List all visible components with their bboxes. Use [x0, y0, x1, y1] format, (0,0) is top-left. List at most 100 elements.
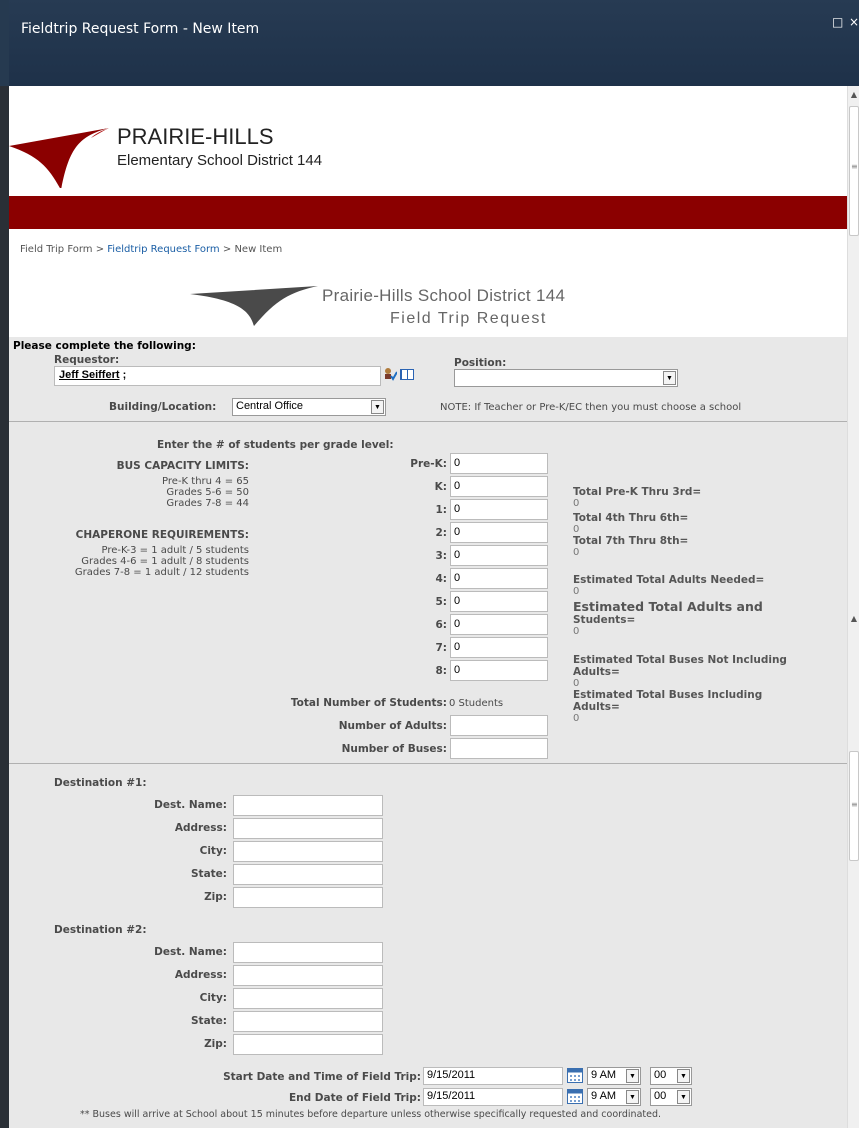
grade-label: 3: [435, 550, 447, 562]
grade-k-input[interactable]: 0 [450, 476, 548, 497]
chevron-down-icon[interactable]: ▼ [677, 1069, 690, 1083]
total-label: Total 7th Thru 8th= [573, 535, 689, 547]
end-date-label: End Date of Field Trip: [288, 1092, 421, 1104]
grade-label: 8: [435, 665, 447, 677]
num-buses-input[interactable] [450, 738, 548, 759]
est-buses-not-adults: Estimated Total Buses Not Including Adult… [573, 654, 787, 689]
chaperone-line: Grades 4-6 = 1 adult / 8 students [81, 556, 249, 567]
scroll-thumb-upper[interactable]: ≡ [849, 106, 859, 236]
dest2-zip-label: Zip: [204, 1038, 227, 1050]
requestor-input[interactable]: Jeff Seiffert ; [54, 366, 381, 386]
grade-2-input[interactable]: 0 [450, 522, 548, 543]
total-label: Adults= [573, 666, 620, 678]
total-label: Estimated Total Adults Needed= [573, 574, 765, 586]
breadcrumb-item-request-form[interactable]: Fieldtrip Request Form [107, 244, 219, 255]
requestor-separator: ; [119, 369, 127, 381]
calendar-icon[interactable] [567, 1089, 583, 1104]
total-value: 0 [573, 678, 580, 689]
grade-4-input[interactable]: 0 [450, 568, 548, 589]
dest1-address-input[interactable] [233, 818, 383, 839]
dest2-zip-input[interactable] [233, 1034, 383, 1055]
total-label: Estimated Total Buses Including [573, 689, 763, 701]
grade-8-input[interactable]: 0 [450, 660, 548, 681]
grade-3-input[interactable]: 0 [450, 545, 548, 566]
dest1-name-label: Dest. Name: [154, 799, 227, 811]
destinations-section: Destination #1: Dest. Name: Address: Cit… [9, 764, 847, 1128]
dest2-state-input[interactable] [233, 1011, 383, 1032]
est-adults-students: Estimated Total Adults and Students= 0 [573, 599, 763, 637]
check-names-icon[interactable] [383, 367, 397, 381]
start-hour-select[interactable]: 9 AM ▼ [587, 1067, 641, 1085]
dest2-name-input[interactable] [233, 942, 383, 963]
grade-1-input[interactable]: 0 [450, 499, 548, 520]
close-icon[interactable]: × [849, 15, 859, 29]
grade-label: 1: [435, 504, 447, 516]
banner-title: Prairie-Hills School District 144 [322, 286, 566, 305]
num-adults-input[interactable] [450, 715, 548, 736]
dest2-address-input[interactable] [233, 965, 383, 986]
total-value: 0 [573, 524, 580, 535]
requestor-name[interactable]: Jeff Seiffert [59, 369, 120, 381]
address-book-icon[interactable] [399, 367, 415, 381]
end-date-input[interactable]: 9/15/2011 [423, 1088, 563, 1106]
scroll-marker-icon[interactable]: ▲ [849, 614, 859, 624]
breadcrumb: Field Trip Form > Fieldtrip Request Form… [9, 244, 282, 255]
grade-7-input[interactable]: 0 [450, 637, 548, 658]
breadcrumb-item-form[interactable]: Field Trip Form [20, 244, 93, 255]
scroll-up-icon[interactable]: ▲ [849, 90, 859, 100]
dest1-city-input[interactable] [233, 841, 383, 862]
building-value: Central Office [236, 400, 304, 412]
chevron-down-icon[interactable]: ▼ [371, 400, 384, 414]
dest1-name-input[interactable] [233, 795, 383, 816]
end-hour-select[interactable]: 9 AM ▼ [587, 1088, 641, 1106]
window-title: Fieldtrip Request Form - New Item [21, 21, 260, 37]
end-minute-value: 00 [654, 1090, 667, 1102]
restore-icon[interactable]: □ [832, 15, 843, 29]
chevron-down-icon[interactable]: ▼ [626, 1090, 639, 1104]
total-value: 0 [573, 586, 580, 597]
bus-capacity-line: Grades 7-8 = 44 [166, 498, 249, 509]
grade-6-input[interactable]: 0 [450, 614, 548, 635]
dest1-zip-input[interactable] [233, 887, 383, 908]
chevron-down-icon[interactable]: ▼ [663, 371, 676, 385]
dest1-state-input[interactable] [233, 864, 383, 885]
grip-icon: ≡ [851, 800, 858, 809]
total-4-6: Total 4th Thru 6th= 0 [573, 512, 688, 535]
building-select[interactable]: Central Office ▼ [232, 398, 386, 416]
district-logo-swoosh [9, 128, 109, 188]
grade-label: K: [434, 481, 447, 493]
scroll-thumb-lower[interactable]: ≡ [849, 751, 859, 861]
num-buses-label: Number of Buses: [341, 743, 447, 755]
end-minute-select[interactable]: 00 ▼ [650, 1088, 692, 1106]
total-label: Students= [573, 614, 636, 626]
building-note: NOTE: If Teacher or Pre-K/EC then you mu… [440, 402, 742, 413]
bus-capacity-heading: BUS CAPACITY LIMITS: [116, 460, 249, 472]
end-hour-value: 9 AM [591, 1090, 617, 1102]
total-students-value: 0 Students [449, 698, 504, 709]
start-minute-select[interactable]: 00 ▼ [650, 1067, 692, 1085]
position-select[interactable]: ▼ [454, 369, 678, 387]
requestor-label: Requestor: [54, 354, 120, 366]
calendar-icon[interactable] [567, 1068, 583, 1083]
requestor-section: Please complete the following: Requestor… [9, 337, 847, 422]
grade-prek-input[interactable]: 0 [450, 453, 548, 474]
start-date-input[interactable]: 9/15/2011 [423, 1067, 563, 1085]
bus-arrival-note: ** Buses will arrive at School about 15 … [80, 1109, 662, 1120]
total-7-8: Total 7th Thru 8th= 0 [573, 535, 688, 558]
start-minute-value: 00 [654, 1069, 667, 1081]
building-label: Building/Location: [109, 401, 217, 413]
chevron-down-icon[interactable]: ▼ [677, 1090, 690, 1104]
total-label: Estimated Total Adults and [573, 599, 763, 614]
total-students-label: Total Number of Students: [290, 697, 447, 709]
window-left-edge [0, 86, 9, 1128]
dest2-city-input[interactable] [233, 988, 383, 1009]
total-label: Adults= [573, 701, 620, 713]
breadcrumb-item-current: New Item [234, 244, 283, 255]
grade-5-input[interactable]: 0 [450, 591, 548, 612]
vertical-scrollbar[interactable]: ▲ ≡ ▲ ≡ [847, 86, 859, 1128]
dest2-name-label: Dest. Name: [154, 946, 227, 958]
total-value: 0 [573, 498, 580, 509]
form-intro: Please complete the following: [13, 340, 196, 352]
grip-icon: ≡ [851, 162, 858, 171]
chevron-down-icon[interactable]: ▼ [626, 1069, 639, 1083]
